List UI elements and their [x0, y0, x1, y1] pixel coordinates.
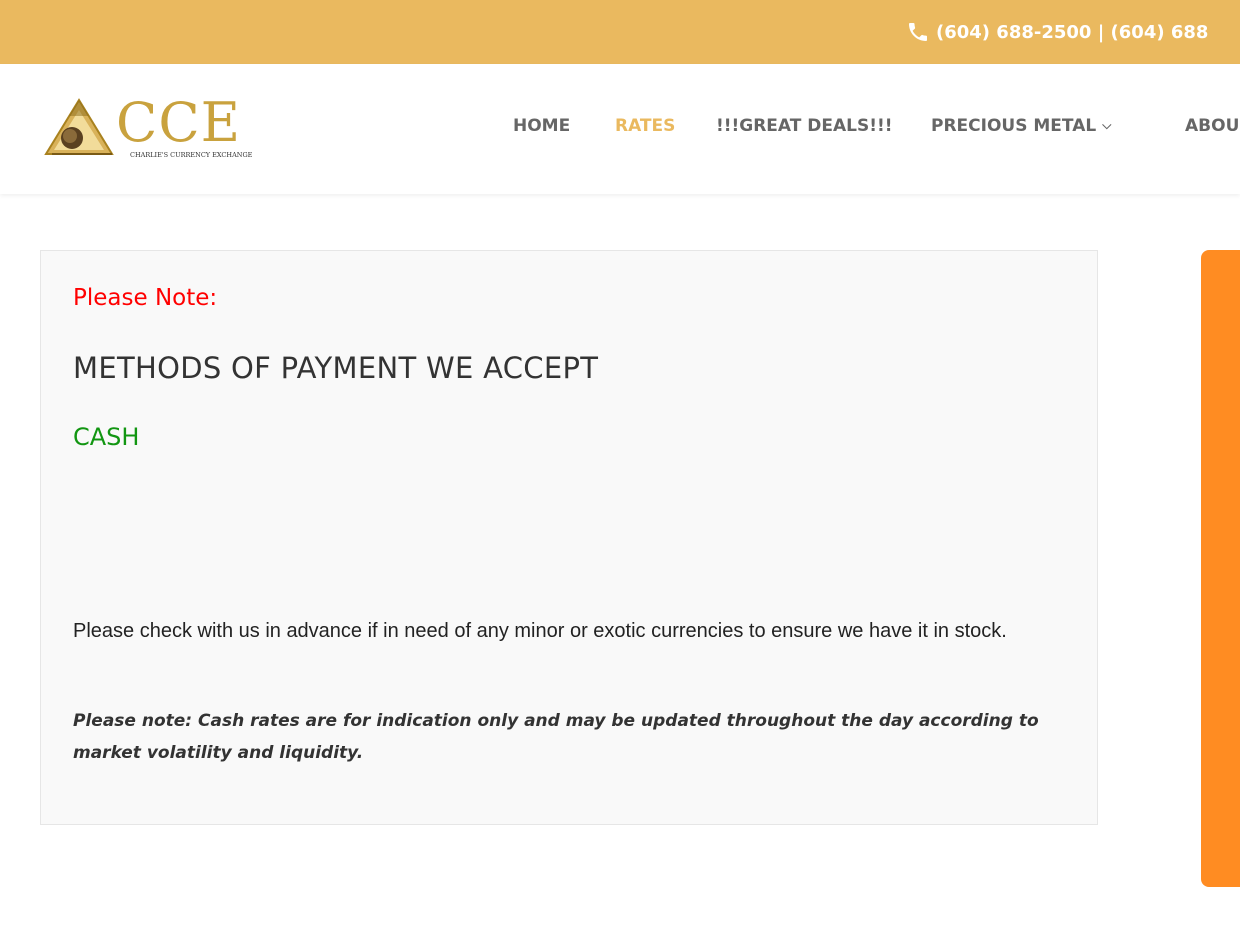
- nav-precious-metal[interactable]: PRECIOUS METAL ⌵: [931, 116, 1111, 136]
- nav-about[interactable]: ABOU: [1185, 116, 1239, 136]
- main-nav: HOME RATES !!!GREAT DEALS!!! PRECIOUS ME…: [0, 64, 1240, 194]
- nav-home[interactable]: HOME: [513, 116, 570, 136]
- top-contact-bar: (604) 688-2500 | (604) 688: [0, 0, 1240, 64]
- methods-title: METHODS OF PAYMENT WE ACCEPT: [73, 351, 599, 385]
- contact-phones[interactable]: (604) 688-2500 | (604) 688: [906, 0, 1208, 64]
- cash-rates-disclaimer: Please note: Cash rates are for indicati…: [73, 711, 1039, 763]
- check-advance-text: Please check with us in advance if in ne…: [73, 620, 1007, 642]
- nav-precious-metal-label: PRECIOUS METAL: [931, 116, 1097, 136]
- nav-rates[interactable]: RATES: [615, 116, 675, 136]
- nav-great-deals[interactable]: !!!GREAT DEALS!!!: [716, 116, 892, 136]
- side-panel: [1201, 250, 1240, 887]
- payment-note-box: Please Note: METHODS OF PAYMENT WE ACCEP…: [40, 250, 1098, 825]
- contact-text: (604) 688-2500 | (604) 688: [936, 21, 1209, 43]
- site-header: CCE CHARLIE'S CURRENCY EXCHANGE HOME RAT…: [0, 64, 1240, 194]
- chevron-down-icon: ⌵: [1102, 118, 1112, 132]
- cash-label: CASH: [73, 423, 140, 451]
- phone-icon: [909, 23, 927, 41]
- please-note-heading: Please Note:: [73, 285, 218, 311]
